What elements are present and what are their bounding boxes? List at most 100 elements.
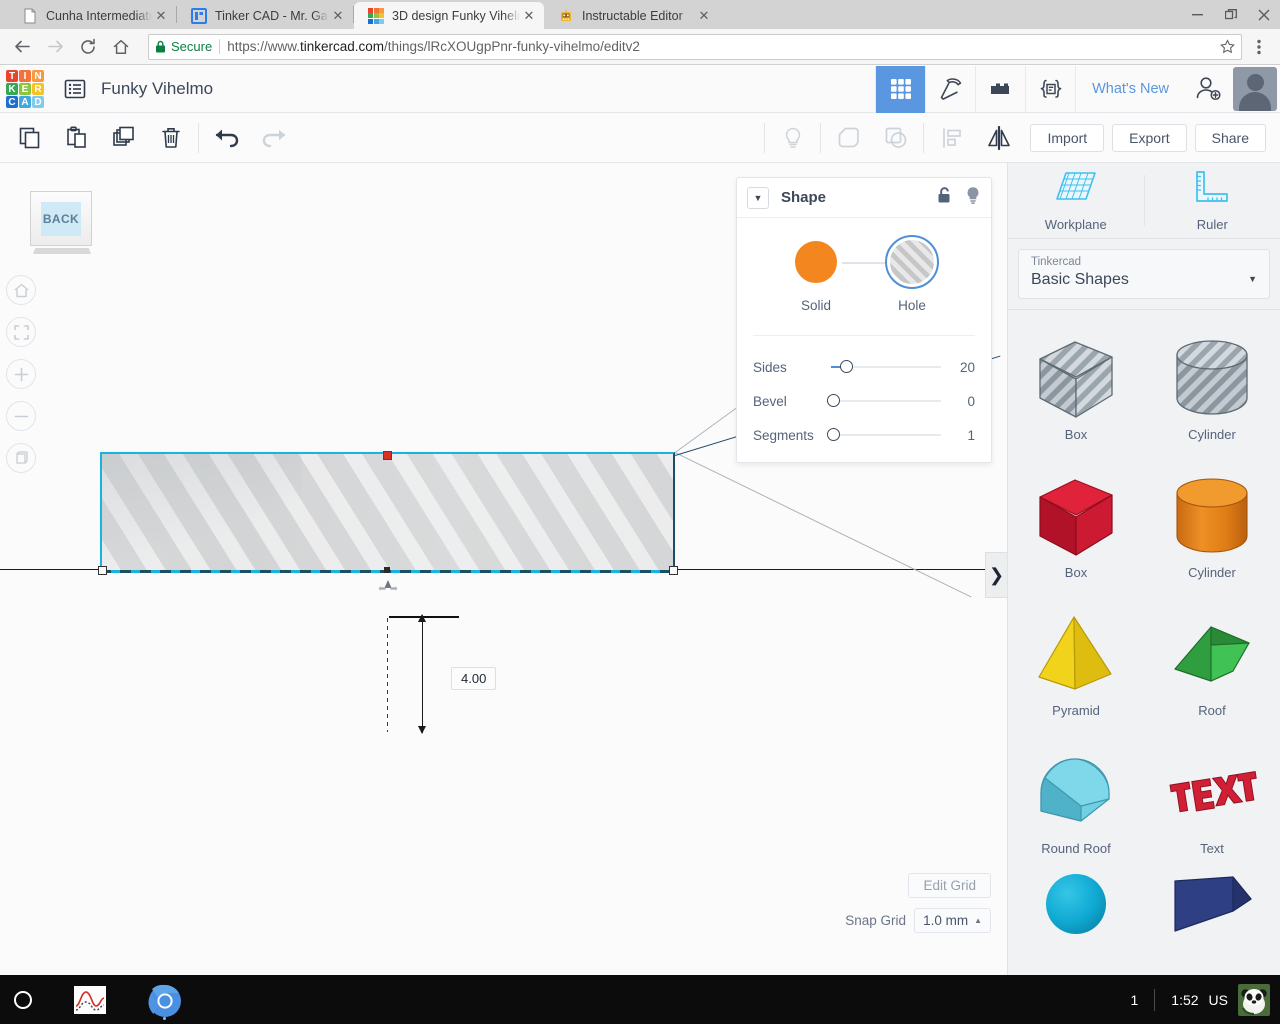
tab-close-icon[interactable]: ✕ — [695, 7, 713, 25]
dimension-value-field[interactable]: 4.00 — [451, 667, 497, 690]
segments-slider-track[interactable] — [827, 428, 941, 442]
solid-hole-toggle[interactable]: Solid Hole — [749, 235, 979, 313]
rotate-handle-icon[interactable] — [377, 577, 399, 599]
graph-app-icon[interactable] — [74, 984, 106, 1016]
list-menu-icon[interactable] — [63, 77, 87, 101]
bevel-slider-row[interactable]: Bevel 0 — [749, 384, 979, 418]
segments-slider-row[interactable]: Segments 1 — [749, 418, 979, 452]
ortho-perspective-icon[interactable] — [6, 443, 36, 473]
group-icon[interactable] — [825, 113, 872, 163]
undo-icon[interactable] — [203, 113, 250, 163]
keyboard-layout[interactable]: US — [1199, 992, 1238, 1008]
panel-collapse-chevron-icon[interactable]: ❯ — [985, 552, 1007, 598]
duplicate-icon[interactable] — [100, 113, 147, 163]
whats-new-link[interactable]: What's New — [1075, 65, 1185, 113]
workplane-tool[interactable]: Workplane — [1008, 163, 1144, 238]
solid-option[interactable]: Solid — [768, 236, 864, 313]
selected-shape-box[interactable] — [100, 452, 675, 573]
codeblocks-icon[interactable] — [1025, 65, 1075, 113]
lightbulb-icon[interactable] — [769, 113, 816, 163]
align-icon[interactable] — [928, 113, 975, 163]
delete-icon[interactable] — [147, 113, 194, 163]
shape-item-box[interactable]: Box — [1008, 456, 1144, 594]
export-button[interactable]: Export — [1112, 123, 1187, 152]
shape-face[interactable] — [100, 452, 675, 572]
star-icon[interactable] — [1220, 39, 1235, 54]
address-bar[interactable]: Secure https://www.tinkercad.com/things/… — [148, 33, 1242, 60]
chrome-browser-icon[interactable] — [148, 984, 181, 1020]
shape-inspector-panel[interactable]: ▼ Shape Solid Hole Sides 20 Bevel 0 Segm… — [736, 177, 992, 463]
bevel-slider-track[interactable] — [827, 394, 941, 408]
design-viewport[interactable]: BACK 4.00 ▼ Shape Solid Hole Sides 20 Be… — [0, 163, 1007, 975]
resize-handle[interactable] — [98, 566, 107, 575]
tinkercad-logo-icon[interactable]: T I N K E R C A D — [6, 70, 44, 108]
clock[interactable]: 1:52 — [1155, 992, 1198, 1008]
view-cube[interactable]: BACK — [30, 191, 94, 261]
panda-avatar[interactable] — [1238, 983, 1270, 1016]
mirror-icon[interactable] — [975, 113, 1022, 163]
hole-swatch[interactable] — [885, 235, 939, 289]
tab-close-icon[interactable]: ✕ — [329, 7, 347, 25]
hole-option[interactable]: Hole — [864, 235, 960, 313]
center-handle[interactable] — [384, 567, 390, 573]
add-user-icon[interactable] — [1185, 66, 1233, 113]
shape-item-wedge[interactable] — [1144, 870, 1280, 940]
shape-item-round-roof[interactable]: Round Roof — [1008, 732, 1144, 870]
hammer-tool-icon[interactable] — [925, 65, 975, 113]
user-avatar[interactable] — [1233, 67, 1277, 111]
browser-tab[interactable]: Tinker CAD - Mr. Gasser ✕ — [177, 2, 353, 29]
launcher-circle-icon[interactable] — [14, 990, 32, 1009]
close-button[interactable] — [1247, 0, 1280, 29]
height-handle[interactable] — [383, 451, 392, 460]
browser-tab[interactable]: Cunha Intermediate Sch ✕ — [8, 2, 176, 29]
view-cube-face[interactable]: BACK — [30, 191, 92, 246]
shape-item-cylinder-hole[interactable]: Cylinder — [1144, 318, 1280, 456]
redo-icon[interactable] — [250, 113, 297, 163]
home-icon[interactable] — [107, 33, 135, 61]
tab-close-icon[interactable]: ✕ — [520, 7, 538, 25]
forward-arrow-icon[interactable] — [41, 33, 69, 61]
import-button[interactable]: Import — [1030, 123, 1105, 152]
copy-icon[interactable] — [6, 113, 53, 163]
edit-grid-button[interactable]: Edit Grid — [908, 873, 991, 898]
sides-slider-row[interactable]: Sides 20 — [749, 350, 979, 384]
ungroup-icon[interactable] — [872, 113, 919, 163]
zoom-in-icon[interactable] — [6, 359, 36, 389]
fit-all-icon[interactable] — [6, 317, 36, 347]
shape-item-pyramid[interactable]: Pyramid — [1008, 594, 1144, 732]
blocks-icon[interactable] — [975, 65, 1025, 113]
snap-grid-select[interactable]: 1.0 mm ▲ — [914, 908, 991, 933]
zoom-out-icon[interactable] — [6, 401, 36, 431]
shape-item-box-hole[interactable]: Box — [1008, 318, 1144, 456]
reload-icon[interactable] — [74, 33, 102, 61]
lightbulb-icon[interactable] — [965, 186, 981, 210]
sides-slider-track[interactable] — [831, 360, 941, 374]
browser-tab[interactable]: Instructable Editor ✕ — [544, 2, 719, 29]
shape-library-select[interactable]: Tinkercad Basic Shapes ▼ — [1018, 249, 1270, 299]
shape-item-roof[interactable]: Roof — [1144, 594, 1280, 732]
browser-tab-active[interactable]: 3D design Funky Vihelm ✕ — [354, 2, 544, 29]
share-button[interactable]: Share — [1194, 123, 1266, 152]
shape-item-sphere[interactable] — [1008, 870, 1144, 940]
solid-swatch[interactable] — [790, 236, 842, 288]
sphere-icon — [1030, 870, 1122, 938]
tab-close-icon[interactable]: ✕ — [152, 7, 170, 25]
back-arrow-icon[interactable] — [8, 33, 36, 61]
ruler-tool[interactable]: Ruler — [1145, 163, 1280, 238]
shapes-panel[interactable]: Workplane Ruler Tinkercad Basic Shapes ▼ — [1007, 163, 1280, 975]
design-title[interactable]: Funky Vihelmo — [101, 79, 213, 99]
box-hole-icon — [1030, 333, 1122, 425]
unlock-icon[interactable] — [937, 186, 953, 209]
window-count[interactable]: 1 — [1115, 992, 1155, 1008]
minimize-button[interactable] — [1181, 0, 1214, 29]
restore-button[interactable] — [1214, 0, 1247, 29]
chevron-down-icon[interactable]: ▼ — [747, 186, 769, 209]
kebab-menu-icon[interactable] — [1246, 39, 1272, 55]
shape-item-cylinder[interactable]: Cylinder — [1144, 456, 1280, 594]
grid-3d-designs-icon[interactable] — [875, 65, 926, 113]
chevron-down-icon[interactable]: ▼ — [1248, 274, 1257, 284]
resize-handle[interactable] — [669, 566, 678, 575]
shape-item-text[interactable]: Text — [1144, 732, 1280, 870]
home-view-icon[interactable] — [6, 275, 36, 305]
paste-icon[interactable] — [53, 113, 100, 163]
